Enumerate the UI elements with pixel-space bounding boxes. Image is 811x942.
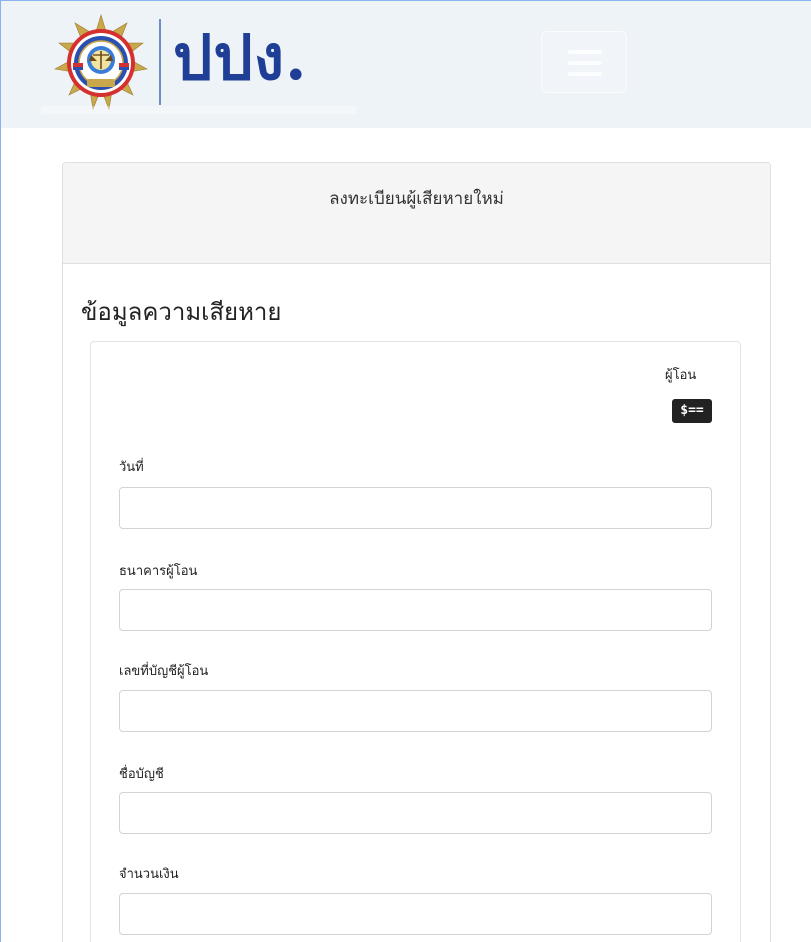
site-header: ปปง. [1, 0, 811, 128]
date-input[interactable] [119, 487, 712, 529]
hamburger-line [568, 61, 602, 65]
damage-info-panel [90, 341, 741, 942]
account-name-input[interactable] [119, 792, 712, 834]
transferor-bank-label: ธนาคารผู้โอน [119, 564, 198, 579]
date-label: วันที่ [119, 460, 144, 475]
transferor-account-number-input[interactable] [119, 690, 712, 732]
card-header: ลงทะเบียนผู้เสียหายใหม่ [63, 163, 770, 264]
section-title: ข้อมูลความเสียหาย [81, 298, 282, 326]
hamburger-line [568, 72, 602, 76]
transferor-account-number-label: เลขที่บัญชีผู้โอน [119, 664, 209, 679]
logo-text[interactable]: ปปง. [173, 15, 308, 101]
hamburger-menu-icon [568, 50, 602, 54]
hamburger-menu-button[interactable] [541, 31, 627, 93]
page: ปปง. ลงทะเบียนผู้เสียหายใหม่ ข้อมูลความเ… [0, 0, 811, 942]
logo-underline [41, 106, 356, 114]
transferor-label: ผู้โอน [665, 368, 697, 383]
card-title: ลงทะเบียนผู้เสียหายใหม่ [329, 189, 504, 209]
amount-input[interactable] [119, 893, 712, 935]
logo-divider [159, 19, 161, 105]
money-icon: $== [672, 399, 712, 423]
transferor-bank-input[interactable] [119, 589, 712, 631]
account-name-label: ชื่อบัญชี [119, 767, 164, 782]
agency-seal-icon[interactable] [51, 13, 151, 113]
amount-label: จำนวนเงิน [119, 867, 179, 882]
